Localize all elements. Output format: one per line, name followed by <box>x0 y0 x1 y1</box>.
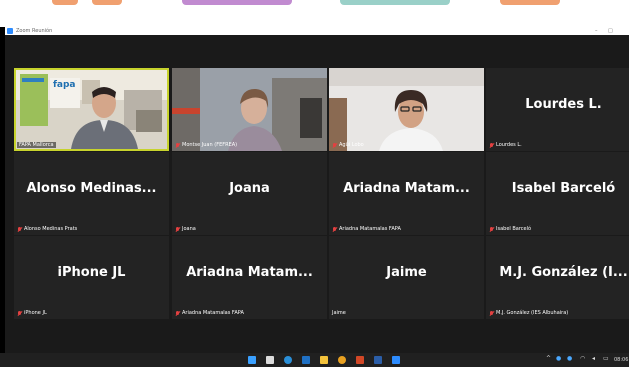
top-pill <box>500 0 560 5</box>
maximize-icon[interactable]: □ <box>608 27 613 35</box>
participant-name-label: Jaime <box>332 310 346 316</box>
mic-muted-icon <box>489 226 494 232</box>
participant-name-label: Lourdes L. <box>489 142 522 148</box>
outlook-icon[interactable] <box>302 356 310 364</box>
participant-video <box>329 68 484 151</box>
participant-name: Ariadna Matamalas FAPA <box>182 310 244 316</box>
wifi-icon[interactable]: ◠ <box>580 355 585 362</box>
participant-display-name: Ariadna Matam... <box>343 181 470 196</box>
participant-name-label: FAPA Mallorca <box>17 142 56 148</box>
video-tile[interactable]: Agüí Lobo <box>329 68 484 151</box>
participant-name: Montse Juan (FEFREA) <box>182 142 238 148</box>
video-tile[interactable]: fapa FAPA Mallorca <box>14 68 169 151</box>
participant-name: Jaime <box>332 310 346 316</box>
participant-name: iPhone JL <box>24 310 47 316</box>
file-explorer-icon[interactable] <box>320 356 328 364</box>
top-pill <box>182 0 292 5</box>
participant-tile[interactable]: Ariadna Matam... Ariadna Matamalas FAPA <box>172 236 327 319</box>
window-title: Zoom Reunión <box>16 28 53 34</box>
video-tile[interactable]: Montse Juan (FEFREA) <box>172 68 327 151</box>
mic-muted-icon <box>175 310 180 316</box>
taskbar: ^ ● ● ◠ ◂ ▭ 08:06 <box>0 353 629 367</box>
mic-muted-icon <box>17 226 22 232</box>
zoom-window: Zoom Reunión – □ fapa FAPA Mallorca Mont… <box>5 27 629 353</box>
mic-muted-icon <box>489 142 494 148</box>
window-titlebar: Zoom Reunión – □ <box>5 27 629 35</box>
mic-muted-icon <box>175 226 180 232</box>
participant-name: M.J. González (IES Albuhaira) <box>496 310 569 316</box>
participant-name: Alonso Medinas Prats <box>24 226 78 232</box>
clock[interactable]: 08:06 <box>614 357 628 363</box>
participant-display-name: Ariadna Matam... <box>186 265 313 280</box>
participant-name: FAPA Mallorca <box>19 142 54 148</box>
participant-tile[interactable]: Isabel Barceló Isabel Barceló <box>486 152 629 235</box>
tray-app-icon[interactable]: ● <box>556 355 561 362</box>
participant-name: Isabel Barceló <box>496 226 532 232</box>
participant-display-name: Lourdes L. <box>525 97 602 112</box>
participant-name-label: Ariadna Matamalas FAPA <box>175 310 244 316</box>
participant-name-label: Agüí Lobo <box>332 142 364 148</box>
participant-display-name: Isabel Barceló <box>511 181 616 196</box>
windows-start-icon[interactable] <box>248 356 256 364</box>
mic-muted-icon <box>332 142 337 148</box>
participant-name-label: Ariadna Matamalas FAPA <box>332 226 401 232</box>
tray-chevron-icon[interactable]: ^ <box>546 355 551 362</box>
mic-muted-icon <box>332 226 337 232</box>
participant-video <box>172 68 327 151</box>
zoom-icon <box>7 28 13 34</box>
top-strip <box>0 0 629 27</box>
participant-name-label: Isabel Barceló <box>489 226 531 232</box>
participant-display-name: iPhone JL <box>57 265 126 280</box>
battery-icon[interactable]: ▭ <box>603 355 609 362</box>
participant-display-name: Joana <box>229 181 270 196</box>
participant-tile[interactable]: Alonso Medinas... Alonso Medinas Prats <box>14 152 169 235</box>
task-view-icon[interactable] <box>266 356 274 364</box>
participant-name: Lourdes L. <box>496 142 522 148</box>
mic-muted-icon <box>175 142 180 148</box>
participant-display-name: Jaime <box>386 265 427 280</box>
participant-tile[interactable]: Jaime Jaime <box>329 236 484 319</box>
participant-name: Ariadna Matamalas FAPA <box>339 226 401 232</box>
top-pill <box>52 0 78 5</box>
participant-name-label: Joana <box>175 226 196 232</box>
participant-name-label: iPhone JL <box>17 310 47 316</box>
top-pill <box>340 0 450 5</box>
participant-tile[interactable]: M.J. González (I... M.J. González (IES A… <box>486 236 629 319</box>
edge-browser-icon[interactable] <box>284 356 292 364</box>
mic-muted-icon <box>17 310 22 316</box>
participant-name-label: Alonso Medinas Prats <box>17 226 77 232</box>
tray-app-icon[interactable]: ● <box>567 355 572 362</box>
participant-name-label: Montse Juan (FEFREA) <box>175 142 237 148</box>
participant-tile[interactable]: Lourdes L. Lourdes L. <box>486 68 629 151</box>
participant-name: Joana <box>182 226 196 232</box>
word-icon[interactable] <box>374 356 382 364</box>
participant-name-label: M.J. González (IES Albuhaira) <box>489 310 568 316</box>
chrome-icon[interactable] <box>338 356 346 364</box>
banner-text: fapa <box>53 80 76 90</box>
powerpoint-icon[interactable] <box>356 356 364 364</box>
participant-tile[interactable]: iPhone JL iPhone JL <box>14 236 169 319</box>
participant-tile[interactable]: Ariadna Matam... Ariadna Matamalas FAPA <box>329 152 484 235</box>
zoom-taskbar-icon[interactable] <box>392 356 400 364</box>
participant-name: Agüí Lobo <box>339 142 364 148</box>
participant-video: fapa <box>16 70 167 149</box>
top-pill <box>92 0 122 5</box>
participant-tile[interactable]: Joana Joana <box>172 152 327 235</box>
participant-display-name: Alonso Medinas... <box>26 181 157 196</box>
participant-display-name: M.J. González (I... <box>499 265 628 280</box>
volume-icon[interactable]: ◂ <box>592 355 595 362</box>
mic-muted-icon <box>489 310 494 316</box>
minimize-icon[interactable]: – <box>595 27 598 35</box>
